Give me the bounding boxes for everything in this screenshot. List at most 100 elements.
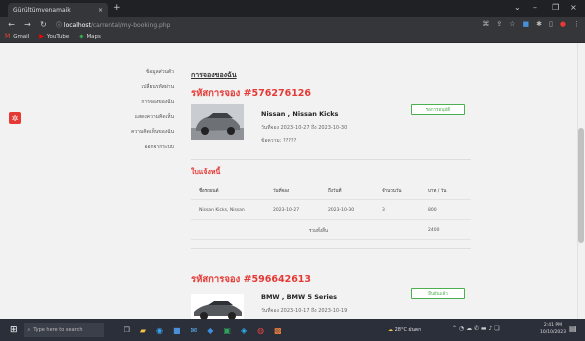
close-tab-icon[interactable]: × bbox=[98, 7, 103, 14]
bookmark-youtube[interactable]: ▶ YouTube bbox=[39, 33, 69, 40]
browser-toolbar: ← → ↻ ⓘ localhost/carrental/my-booking.p… bbox=[0, 17, 585, 31]
scrollbar[interactable] bbox=[577, 43, 585, 319]
table-cell: 3 bbox=[382, 207, 385, 213]
table-cell: Nissan Kicks, Nissan bbox=[199, 207, 245, 213]
search-placeholder: Type here to search bbox=[33, 327, 83, 333]
car-name: Nissan , Nissan Kicks bbox=[261, 110, 339, 118]
table-cell: 2023-10-30 bbox=[328, 207, 355, 213]
divider bbox=[191, 248, 471, 249]
table-header-row: ชื่อรถยนต์ วันที่จอง ถึงวันที่ จำนวนวัน … bbox=[191, 180, 471, 200]
bookmark-star-icon[interactable]: ☆ bbox=[509, 20, 515, 28]
status-badge[interactable]: ยืนยันแล้ว bbox=[411, 288, 465, 299]
search-icon: ⌕ bbox=[27, 327, 31, 333]
total-label: รวมทั้งสิ้น bbox=[309, 228, 328, 234]
close-window-icon[interactable]: × bbox=[570, 3, 577, 12]
puzzle-icon[interactable]: ✱ bbox=[536, 20, 542, 28]
menu-change-password[interactable]: เปลี่ยนรหัสผ่าน bbox=[116, 83, 174, 91]
menu-logout[interactable]: ออกจากระบบ bbox=[116, 143, 174, 151]
mail-icon[interactable]: ✉ bbox=[191, 326, 198, 335]
booking-message: ข้อความ: ????? bbox=[261, 138, 297, 144]
table-header: ถึงวันที่ bbox=[328, 188, 342, 194]
clock[interactable]: 2:41 PM 10/10/2023 bbox=[540, 322, 566, 336]
table-header: จำนวนวัน bbox=[382, 188, 402, 194]
page-content: ✲ ข้อมูลส่วนตัว เปลี่ยนรหัสผ่าน การจองขอ… bbox=[0, 43, 585, 319]
youtube-icon: ▶ bbox=[39, 33, 44, 40]
app-orange-icon[interactable]: ▩ bbox=[274, 326, 282, 335]
page-title: การจองของฉัน bbox=[191, 71, 237, 79]
booking-code: รหัสการจอง #596642613 bbox=[191, 274, 312, 285]
file-explorer-icon[interactable]: ▰ bbox=[140, 326, 146, 335]
divider bbox=[191, 159, 471, 160]
excel-icon[interactable]: ▣ bbox=[223, 326, 231, 335]
gmail-icon: M bbox=[5, 33, 11, 40]
account-menu: ข้อมูลส่วนตัว เปลี่ยนรหัสผ่าน การจองของฉ… bbox=[116, 68, 174, 158]
menu-post-review[interactable]: แสดงความคิดเห็น bbox=[116, 113, 174, 121]
table-header: วันที่จอง bbox=[273, 188, 290, 194]
minimize-icon[interactable]: – bbox=[533, 3, 537, 12]
browser-titlebar: Gürültümvenamaik × + ⌄ – ❐ × bbox=[0, 0, 585, 17]
invoice-title: ใบแจ้งหนี้ bbox=[191, 168, 221, 176]
table-header: ชื่อรถยนต์ bbox=[199, 188, 219, 194]
car-name: BMW , BMW 5 Series bbox=[261, 293, 338, 301]
toolbar-actions: ⌘ ⇪ ☆ ■ ✱ ▯ ● ⋮ bbox=[482, 17, 580, 31]
vscode-icon[interactable]: ◆ bbox=[207, 326, 213, 335]
car-image[interactable] bbox=[191, 294, 244, 319]
bookmark-gmail[interactable]: M Gmail bbox=[5, 33, 29, 40]
invoice-table: ชื่อรถยนต์ วันที่จอง ถึงวันที่ จำนวนวัน … bbox=[191, 180, 471, 240]
address-bar[interactable]: ⓘ localhost/carrental/my-booking.php bbox=[56, 20, 170, 29]
bookmarks-bar: M Gmail ▶ YouTube ⬥ Maps bbox=[0, 31, 585, 43]
back-icon[interactable]: ← bbox=[7, 20, 16, 29]
task-view-icon[interactable]: ❒ bbox=[124, 326, 130, 334]
total-value: 2400 bbox=[428, 227, 440, 233]
gear-icon: ✲ bbox=[11, 113, 19, 123]
status-badge[interactable]: รอการอนุมัติ bbox=[411, 104, 465, 115]
menu-profile[interactable]: ข้อมูลส่วนตัว bbox=[116, 68, 174, 76]
chrome-icon[interactable]: ◍ bbox=[257, 326, 264, 335]
table-total-row: รวมทั้งสิ้น 2400 bbox=[191, 220, 471, 240]
notification-icon[interactable]: ▤ bbox=[569, 324, 577, 333]
forward-icon[interactable]: → bbox=[23, 20, 32, 29]
tab-title: Gürültümvenamaik bbox=[13, 6, 71, 14]
extension-icon[interactable]: ■ bbox=[523, 20, 530, 28]
reload-icon[interactable]: ↻ bbox=[39, 20, 48, 29]
clock-date: 10/10/2023 bbox=[540, 330, 566, 335]
translate-icon[interactable]: ⌘ bbox=[482, 20, 489, 28]
maximize-icon[interactable]: ❐ bbox=[552, 3, 559, 12]
tab-search-icon[interactable]: ⌄ bbox=[514, 3, 521, 12]
scrollbar-thumb[interactable] bbox=[578, 128, 584, 243]
table-row: Nissan Kicks, Nissan 2023-10-27 2023-10-… bbox=[191, 200, 471, 220]
booking-code: รหัสการจอง #576276126 bbox=[191, 88, 312, 99]
booking-dates: วันที่จอง 2023-10-17 ถึง 2023-10-19 bbox=[261, 308, 348, 314]
weather-icon: ☁ bbox=[388, 327, 393, 333]
tray-icons[interactable]: ⌃ ◔ ☁ ✆ ▬ ♪ ❏ bbox=[452, 325, 500, 332]
booking-dates: วันที่จอง 2023-10-27 ถึง 2023-10-30 bbox=[261, 125, 348, 131]
table-cell: 800 bbox=[428, 207, 437, 213]
windows-start-icon[interactable]: ⊞ bbox=[10, 325, 18, 335]
table-header: บาท / วัน bbox=[428, 188, 447, 194]
menu-icon[interactable]: ⋮ bbox=[573, 20, 580, 28]
bookmark-label: Maps bbox=[86, 33, 101, 40]
bookmark-label: YouTube bbox=[46, 33, 70, 40]
app-icon[interactable]: ◈ bbox=[241, 326, 247, 335]
table-cell: 2023-10-27 bbox=[273, 207, 300, 213]
car-image[interactable] bbox=[191, 104, 244, 140]
profile-icon[interactable]: ● bbox=[560, 20, 566, 28]
weather-text: 28°C ฝนตก bbox=[394, 327, 422, 333]
store-icon[interactable]: ■ bbox=[173, 326, 181, 335]
taskbar-search[interactable]: ⌕ Type here to search bbox=[23, 323, 104, 337]
new-tab-button[interactable]: + bbox=[113, 3, 121, 13]
url-host: localhost bbox=[63, 21, 91, 29]
sidebar-icon[interactable]: ▯ bbox=[549, 20, 553, 28]
menu-my-bookings[interactable]: การจองของฉัน bbox=[116, 98, 174, 106]
maps-icon: ⬥ bbox=[79, 32, 84, 40]
settings-fab[interactable]: ✲ bbox=[9, 112, 21, 124]
weather-widget[interactable]: ☁ 28°C ฝนตก bbox=[388, 326, 421, 334]
taskbar: ⊞ ⌕ Type here to search ❒ ▰ ◉ ■ ✉ ◆ ▣ ◈ … bbox=[0, 319, 585, 341]
bookmark-maps[interactable]: ⬥ Maps bbox=[79, 33, 101, 41]
menu-my-reviews[interactable]: ความคิดเห็นของฉัน bbox=[116, 128, 174, 136]
browser-tab[interactable]: Gürültümvenamaik × bbox=[8, 3, 108, 17]
edge-icon[interactable]: ◉ bbox=[156, 326, 163, 335]
url-path: /carrental/my-booking.php bbox=[90, 21, 171, 29]
share-icon[interactable]: ⇪ bbox=[496, 20, 502, 28]
clock-time: 2:41 PM bbox=[543, 323, 563, 328]
